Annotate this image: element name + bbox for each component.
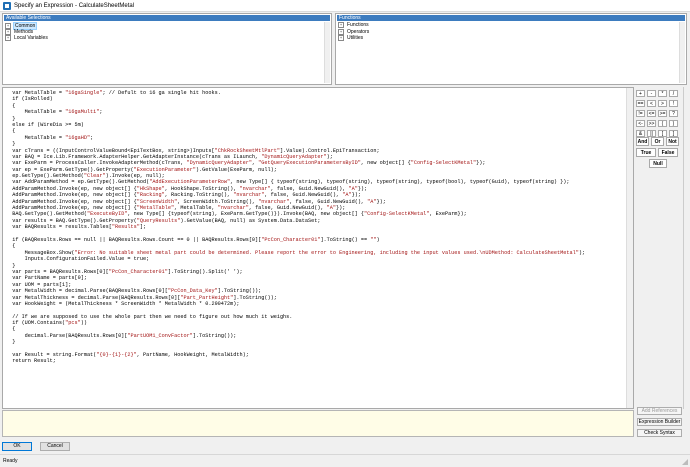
- operator-key[interactable]: ]: [669, 130, 678, 137]
- operator-key[interactable]: *: [658, 90, 667, 97]
- editor-scrollbar[interactable]: [626, 88, 633, 408]
- null-key[interactable]: Null: [649, 159, 667, 168]
- expand-icon[interactable]: +: [338, 28, 344, 35]
- operator-key[interactable]: <-: [636, 120, 645, 127]
- operator-key[interactable]: ): [669, 120, 678, 127]
- operator-key[interactable]: ||: [647, 130, 656, 137]
- tree-item-label: Utilities: [347, 35, 364, 41]
- operator-key[interactable]: ==: [636, 100, 645, 107]
- expand-icon[interactable]: +: [5, 35, 11, 41]
- tree-item-label: Methods: [14, 28, 34, 35]
- available-selections-header: Available Selections: [4, 15, 330, 21]
- functions-header: Functions: [337, 15, 685, 21]
- functions-panel: Functions + Functions + Operators + Utilities: [335, 13, 687, 85]
- operator-key[interactable]: !: [669, 100, 678, 107]
- tree-item-common[interactable]: + Common: [5, 22, 38, 30]
- app-icon: [3, 2, 11, 10]
- add-references-button[interactable]: Add References: [637, 407, 682, 415]
- tree-item-label: Local Variables: [14, 35, 48, 41]
- tree-item-local-variables[interactable]: + Local Variables: [5, 35, 49, 41]
- operator-key[interactable]: >>: [647, 120, 656, 127]
- tree-item-functions[interactable]: + Functions: [338, 22, 370, 28]
- tree-item-label: Operators: [347, 28, 370, 35]
- expand-icon[interactable]: +: [338, 35, 344, 41]
- tree-item-operators[interactable]: + Operators: [338, 28, 370, 35]
- operator-key[interactable]: /: [669, 90, 678, 97]
- tree-item-methods[interactable]: + Methods: [5, 28, 34, 35]
- operator-key[interactable]: -: [647, 90, 656, 97]
- logic-key-and[interactable]: And: [636, 137, 649, 146]
- logic-key-or[interactable]: Or: [651, 137, 664, 146]
- code-line[interactable]: var AddParamMethod = ep.GetType().GetMet…: [6, 179, 626, 185]
- code-line[interactable]: return Result;: [6, 358, 626, 364]
- expression-builder-button[interactable]: Expression Builder: [637, 418, 682, 426]
- operator-key[interactable]: <: [647, 100, 656, 107]
- operator-key[interactable]: [: [658, 130, 667, 137]
- status-bar: Ready: [0, 454, 690, 467]
- resize-grip-icon[interactable]: [682, 459, 688, 465]
- check-syntax-button[interactable]: Check Syntax: [637, 429, 682, 437]
- bool-key-true[interactable]: True: [636, 148, 656, 157]
- expand-icon[interactable]: +: [5, 28, 11, 35]
- operator-key[interactable]: +: [636, 90, 645, 97]
- bool-key-false[interactable]: False: [658, 148, 678, 157]
- output-area[interactable]: [2, 410, 634, 437]
- tree-item-label: Functions: [347, 22, 369, 28]
- operator-key[interactable]: >: [658, 100, 667, 107]
- operator-key[interactable]: <=: [647, 110, 656, 117]
- status-text: Ready: [3, 458, 18, 464]
- expand-icon[interactable]: +: [338, 22, 344, 28]
- functions-scrollbar[interactable]: [679, 22, 685, 83]
- outer-scrollbar[interactable]: [683, 87, 689, 409]
- operator-key[interactable]: >=: [658, 110, 667, 117]
- operator-key[interactable]: ?: [669, 110, 678, 117]
- window-title: Specify an Expression - CalculateSheetMe…: [14, 3, 135, 9]
- operator-key[interactable]: !=: [636, 110, 645, 117]
- available-selections-panel: Available Selections + Common + Methods + Loc…: [2, 13, 332, 85]
- ok-button[interactable]: OK: [2, 442, 32, 451]
- code-text[interactable]: var MetalTable = "16gaSingle"; // Defult…: [6, 90, 626, 365]
- tree-item-utilities[interactable]: + Utilities: [338, 35, 364, 41]
- available-selections-scrollbar[interactable]: [324, 22, 330, 83]
- logic-key-not[interactable]: Not: [666, 137, 679, 146]
- operator-key[interactable]: (: [658, 120, 667, 127]
- cancel-button[interactable]: Cancel: [40, 442, 70, 451]
- operator-key[interactable]: &: [636, 130, 645, 137]
- title-bar: Specify an Expression - CalculateSheetMe…: [0, 0, 690, 12]
- expression-editor[interactable]: var MetalTable = "16gaSingle"; // Defult…: [2, 87, 634, 409]
